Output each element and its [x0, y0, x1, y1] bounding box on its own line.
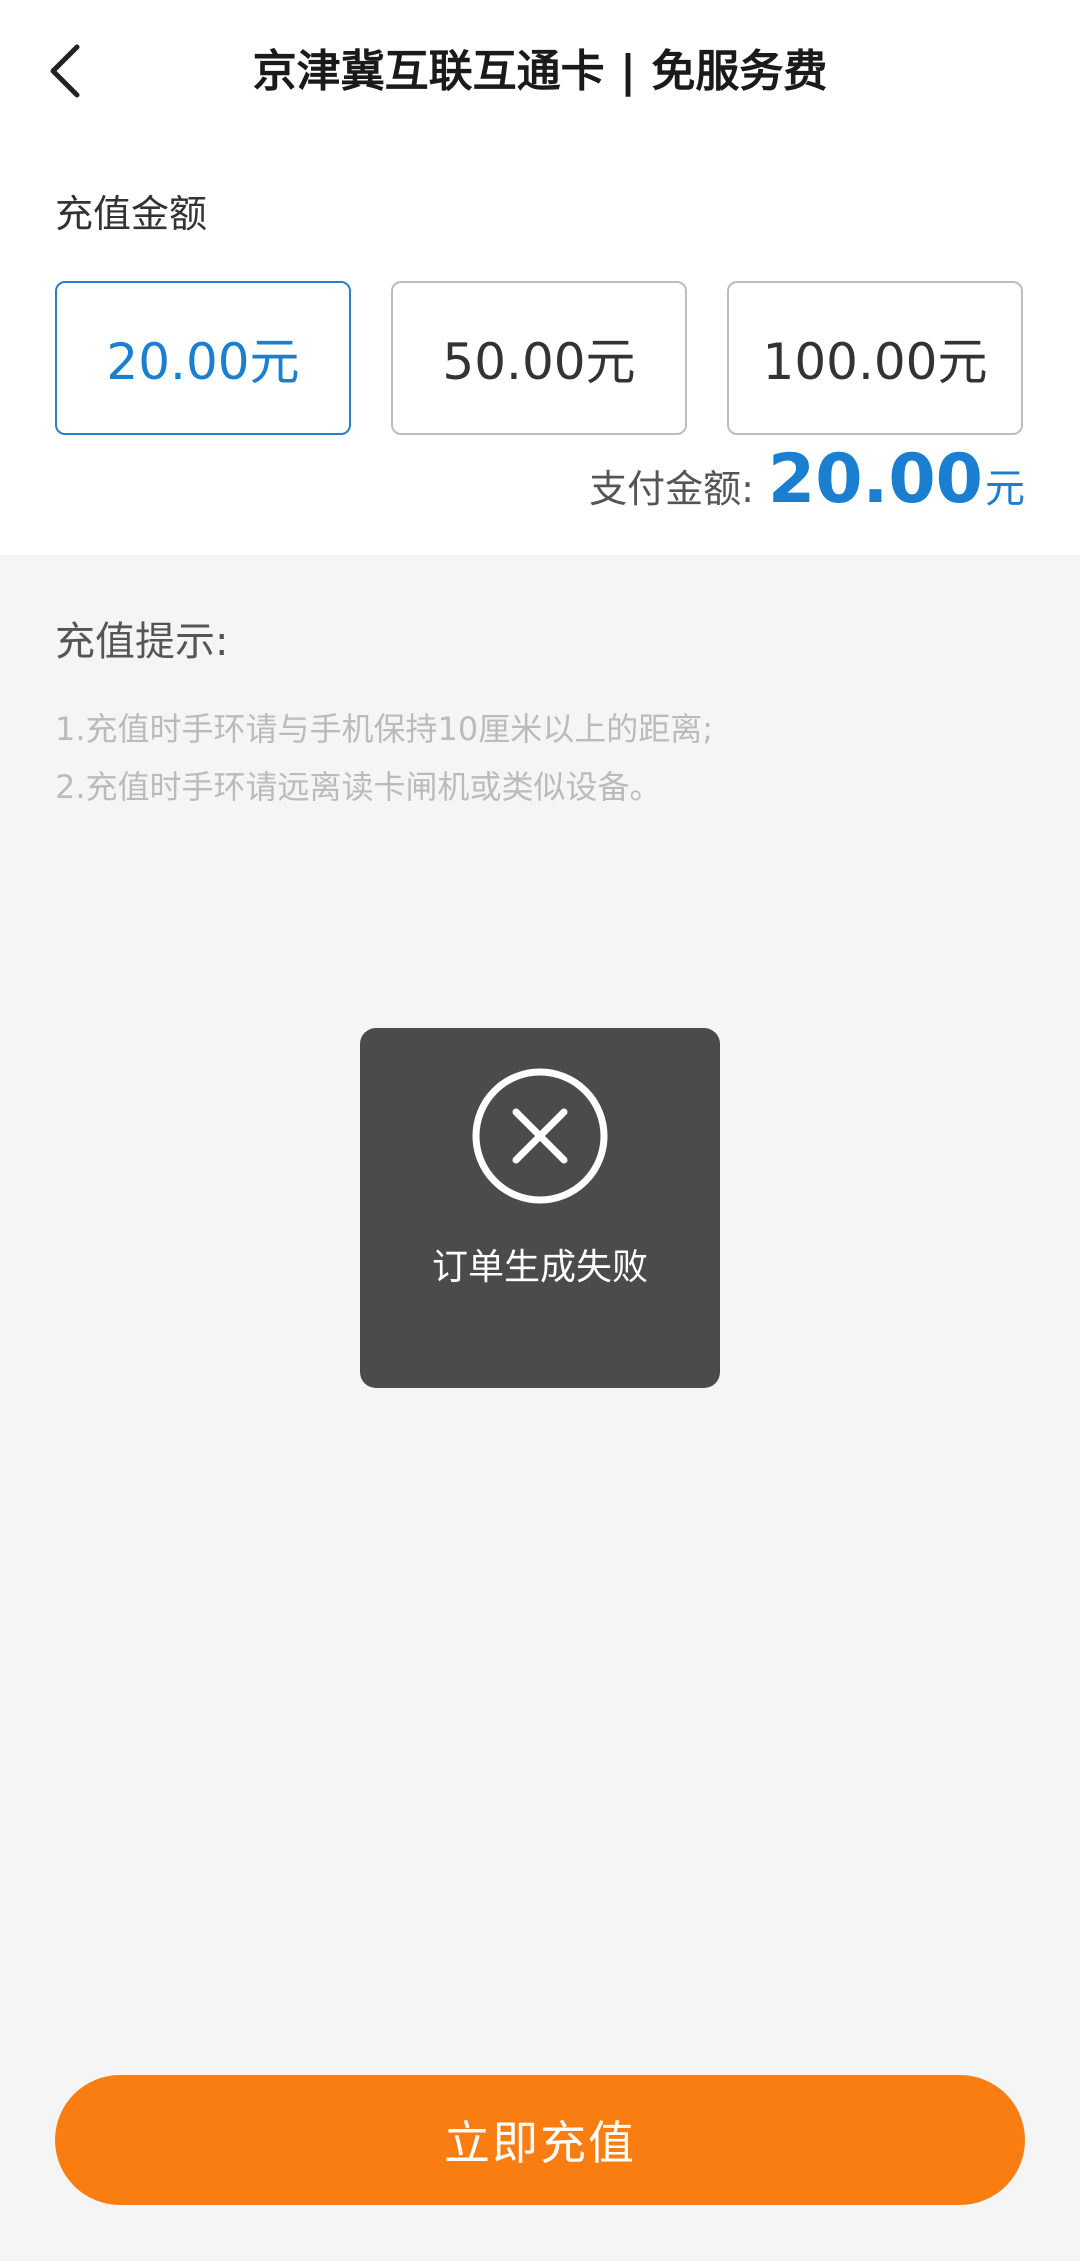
pay-amount-label: 支付金额: [589, 467, 754, 511]
nav-bar: 京津冀互联互通卡 | 免服务费 [0, 0, 1080, 145]
tip-item: 1.充值时手环请与手机保持10厘米以上的距离; [55, 710, 714, 748]
page-title: 京津冀互联互通卡 | 免服务费 [252, 46, 828, 97]
recharge-amount-label: 充值金额 [55, 192, 208, 236]
tips-list: 1.充值时手环请与手机保持10厘米以上的距离; 2.充值时手环请远离读卡闸机或类… [55, 700, 713, 816]
error-toast: 订单生成失败 [360, 1028, 720, 1388]
pay-amount-row: 支付金额: 20.00 元 [589, 440, 1025, 530]
recharge-now-button[interactable]: 立即充值 [55, 2075, 1025, 2205]
top-panel: 京津冀互联互通卡 | 免服务费 充值金额 20.00元 50.00元 100.0… [0, 0, 1080, 555]
back-button[interactable] [30, 30, 100, 112]
close-circle-icon [472, 1068, 608, 1204]
pay-amount-value: 20.00 [767, 440, 983, 519]
toast-message: 订单生成失败 [431, 1247, 648, 1288]
amount-option-50[interactable]: 50.00元 [391, 281, 687, 435]
chevron-left-icon [50, 44, 80, 98]
tips-title: 充值提示: [55, 619, 229, 665]
pay-amount-unit: 元 [985, 466, 1025, 512]
amount-option-100[interactable]: 100.00元 [727, 281, 1023, 435]
amount-option-20[interactable]: 20.00元 [55, 281, 351, 435]
tip-item: 2.充值时手环请远离读卡闸机或类似设备。 [55, 768, 662, 806]
